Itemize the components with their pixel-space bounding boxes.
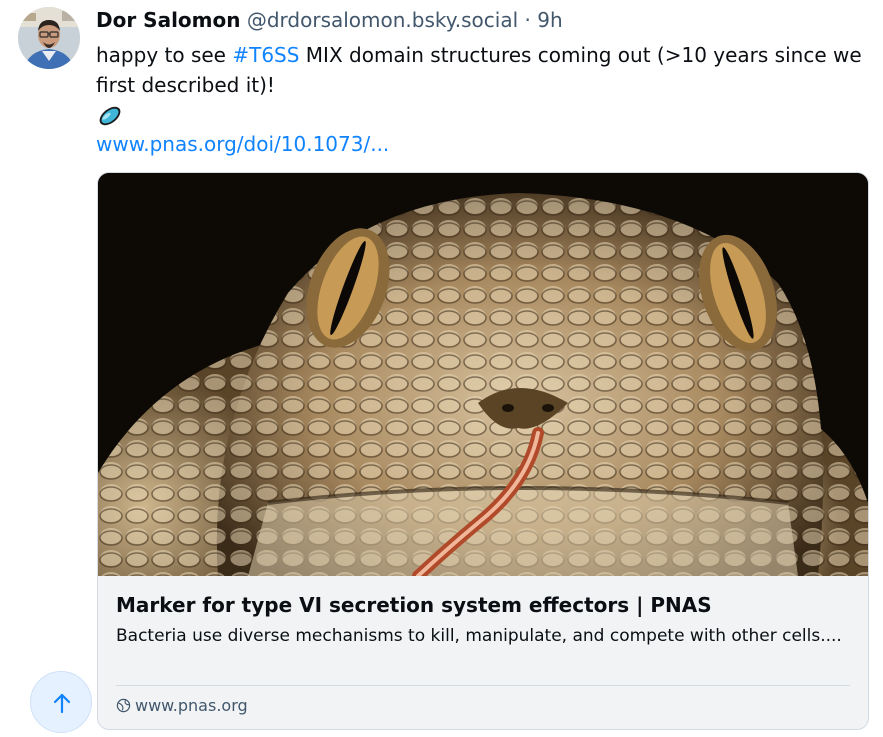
link-card-title: Marker for type VI secretion system effe… [116, 593, 712, 617]
author-handle[interactable]: @drdorsalomon.bsky.social [247, 8, 518, 32]
avatar-photo [18, 7, 80, 69]
link-preview-card[interactable]: Marker for type VI secretion system effe… [97, 172, 869, 730]
link-card-domain-text: www.pnas.org [135, 696, 248, 715]
post-text: happy to see #T6SS MIX domain structures… [96, 40, 871, 100]
post-timestamp[interactable]: 9h [537, 8, 562, 32]
post[interactable]: Dor Salomon @drdorsalomon.bsky.social · … [0, 0, 883, 737]
hashtag-link[interactable]: #T6SS [232, 43, 299, 67]
rattlesnake-head-photo [98, 173, 868, 576]
arrow-up-icon [53, 693, 71, 714]
blue-pill-emoji-icon [96, 100, 126, 130]
link-card-domain: www.pnas.org [116, 693, 248, 719]
scroll-to-top-button[interactable] [30, 671, 92, 733]
post-header: Dor Salomon @drdorsalomon.bsky.social · … [96, 7, 563, 33]
post-link[interactable]: www.pnas.org/doi/10.1073/... [96, 129, 389, 159]
card-divider [116, 685, 850, 686]
author-name[interactable]: Dor Salomon [96, 8, 240, 32]
post-text-intro: happy to see [96, 43, 233, 67]
link-card-description: Bacteria use diverse mechanisms to kill,… [116, 626, 842, 646]
header-separator: · [524, 8, 531, 32]
globe-icon [116, 698, 131, 713]
author-avatar[interactable] [18, 7, 80, 69]
